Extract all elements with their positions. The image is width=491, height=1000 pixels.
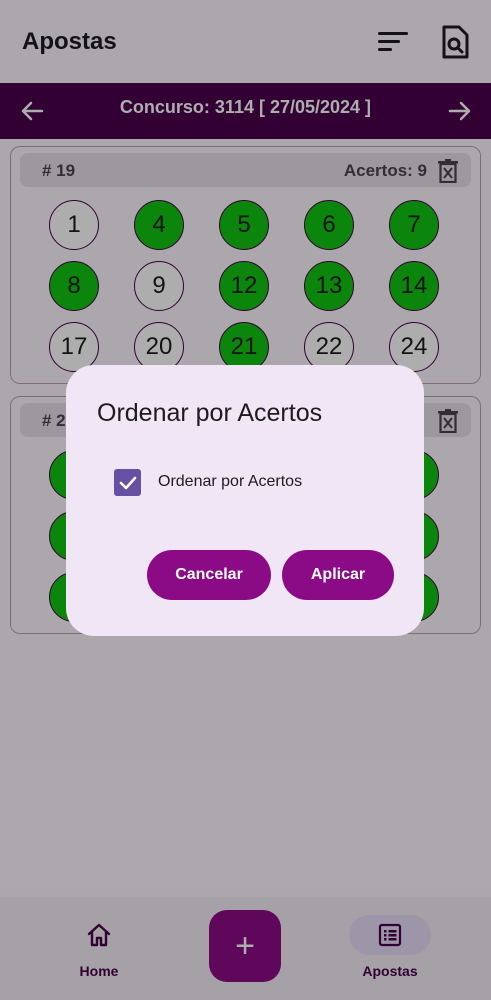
sort-dialog: Ordenar por Acertos Ordenar por Acertos … <box>66 365 424 636</box>
sort-checkbox[interactable] <box>114 469 141 496</box>
dialog-title: Ordenar por Acertos <box>97 399 323 427</box>
check-icon <box>119 476 136 489</box>
apply-button[interactable]: Aplicar <box>282 550 394 600</box>
cancel-button[interactable]: Cancelar <box>147 550 271 600</box>
checkbox-label[interactable]: Ordenar por Acertos <box>158 473 302 491</box>
